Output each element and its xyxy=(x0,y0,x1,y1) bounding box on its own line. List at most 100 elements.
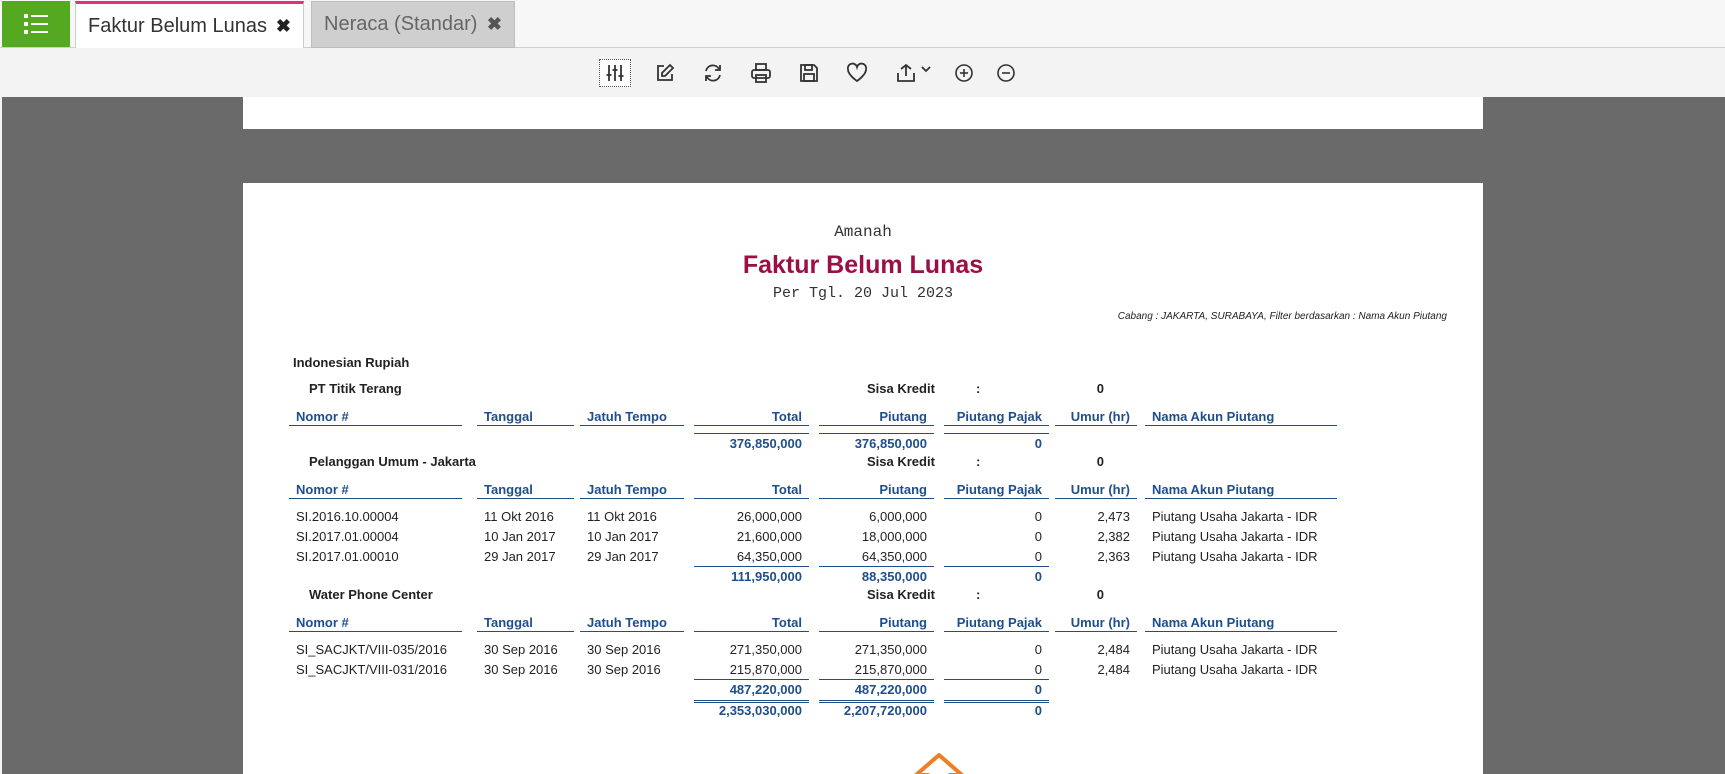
separator: : xyxy=(976,587,981,602)
tab-faktur-belum-lunas[interactable]: Faktur Belum Lunas ✖ xyxy=(75,1,304,48)
cell-umur: 2,473 xyxy=(1097,509,1130,524)
customer-name: PT Titik Terang xyxy=(309,381,402,396)
column-header-tanggal: Tanggal xyxy=(484,482,533,497)
list-menu-icon xyxy=(24,14,48,34)
subtotal-line xyxy=(819,433,934,434)
header-underline xyxy=(944,425,1049,426)
header-underline xyxy=(1055,498,1137,499)
header-underline xyxy=(477,425,574,426)
cell-umur: 2,382 xyxy=(1097,529,1130,544)
header-underline xyxy=(289,425,462,426)
header-underline xyxy=(819,498,934,499)
cell-pajak: 0 xyxy=(1034,642,1042,657)
grand-total-line xyxy=(819,700,934,701)
column-header-piutang: Piutang xyxy=(879,482,927,497)
cell-jatuh: 30 Sep 2016 xyxy=(587,642,661,657)
cell-piutang: 18,000,000 xyxy=(861,529,927,544)
sisa-kredit-label: Sisa Kredit xyxy=(867,381,935,396)
previous-page xyxy=(243,97,1483,129)
favorite-button[interactable] xyxy=(841,59,873,87)
sliders-icon xyxy=(606,65,624,81)
header-underline xyxy=(944,631,1049,632)
grand-total-pajak: 0 xyxy=(1034,703,1042,718)
report-viewer[interactable]: Amanah Faktur Belum Lunas Per Tgl. 20 Ju… xyxy=(2,97,1725,774)
sisa-kredit-label: Sisa Kredit xyxy=(867,454,935,469)
cell-pajak: 0 xyxy=(1034,662,1042,677)
subtotal-total: 487,220,000 xyxy=(729,682,802,697)
column-header-pajak: Piutang Pajak xyxy=(956,409,1042,424)
cell-total: 215,870,000 xyxy=(729,662,802,677)
menu-button[interactable] xyxy=(2,1,70,47)
column-header-umur: Umur (hr) xyxy=(1070,482,1130,497)
save-button[interactable] xyxy=(793,59,825,87)
zoom-in-button[interactable] xyxy=(948,59,980,87)
header-underline xyxy=(694,498,809,499)
header-underline xyxy=(694,631,809,632)
cell-pajak: 0 xyxy=(1034,509,1042,524)
edit-icon xyxy=(657,63,675,81)
subtotal-piutang: 487,220,000 xyxy=(854,682,927,697)
close-icon[interactable]: ✖ xyxy=(276,16,291,37)
customer-name: Pelanggan Umum - Jakarta xyxy=(309,454,476,469)
tab-neraca-standar[interactable]: Neraca (Standar) ✖ xyxy=(311,1,515,48)
cell-tanggal: 11 Okt 2016 xyxy=(484,509,554,524)
cell-jatuh: 30 Sep 2016 xyxy=(587,662,661,677)
separator: : xyxy=(976,381,981,396)
report-toolbar xyxy=(0,49,1725,97)
zoom-out-button[interactable] xyxy=(990,59,1022,87)
subtotal-line xyxy=(944,566,1049,567)
subtotal-line xyxy=(694,433,809,434)
subtotal-pajak: 0 xyxy=(1034,682,1042,697)
column-header-akun: Nama Akun Piutang xyxy=(1152,409,1275,424)
header-underline xyxy=(289,631,462,632)
export-button[interactable] xyxy=(889,59,937,87)
print-button[interactable] xyxy=(745,59,777,87)
cell-jatuh: 11 Okt 2016 xyxy=(587,509,657,524)
refresh-button[interactable] xyxy=(697,59,729,87)
subtotal-total: 376,850,000 xyxy=(729,436,802,451)
cell-umur: 2,484 xyxy=(1097,642,1130,657)
cell-total: 26,000,000 xyxy=(736,509,802,524)
column-header-total: Total xyxy=(771,409,802,424)
column-header-pajak: Piutang Pajak xyxy=(956,482,1042,497)
arrow-up-icon xyxy=(914,753,964,774)
cell-nomor: SI_SACJKT/VIII-031/2016 xyxy=(296,662,448,677)
cell-total: 271,350,000 xyxy=(729,642,802,657)
cell-tanggal: 10 Jan 2017 xyxy=(484,529,556,544)
cell-jatuh: 10 Jan 2017 xyxy=(587,529,659,544)
report-page: Amanah Faktur Belum Lunas Per Tgl. 20 Ju… xyxy=(243,183,1483,774)
column-header-piutang: Piutang xyxy=(879,615,927,630)
cell-akun: Piutang Usaha Jakarta - IDR xyxy=(1152,549,1318,564)
zoom-in-icon xyxy=(955,64,973,82)
column-header-tanggal: Tanggal xyxy=(484,409,533,424)
column-header-total: Total xyxy=(771,615,802,630)
company-name: Amanah xyxy=(834,223,892,241)
header-underline xyxy=(819,631,934,632)
heart-icon xyxy=(846,62,868,83)
subtotal-pajak: 0 xyxy=(1034,569,1042,584)
filter-settings-button[interactable] xyxy=(599,59,631,87)
edit-button[interactable] xyxy=(649,59,681,87)
cell-total: 64,350,000 xyxy=(736,549,802,564)
column-header-jatuh: Jatuh Tempo xyxy=(587,482,667,497)
cell-akun: Piutang Usaha Jakarta - IDR xyxy=(1152,662,1318,677)
column-header-akun: Nama Akun Piutang xyxy=(1152,482,1275,497)
report-title: Faktur Belum Lunas xyxy=(742,251,984,279)
cell-piutang: 215,870,000 xyxy=(854,662,927,677)
sisa-kredit-label: Sisa Kredit xyxy=(867,587,935,602)
header-underline xyxy=(289,498,462,499)
header-underline xyxy=(694,425,809,426)
separator: : xyxy=(976,454,981,469)
close-icon[interactable]: ✖ xyxy=(487,14,502,35)
header-underline xyxy=(1055,631,1137,632)
cell-pajak: 0 xyxy=(1034,529,1042,544)
column-header-umur: Umur (hr) xyxy=(1070,615,1130,630)
header-underline xyxy=(1145,631,1337,632)
cell-jatuh: 29 Jan 2017 xyxy=(587,549,659,564)
zoom-out-icon xyxy=(997,64,1015,82)
column-header-nomor: Nomor # xyxy=(296,615,349,630)
sisa-kredit-value: 0 xyxy=(1096,381,1104,396)
cell-pajak: 0 xyxy=(1034,549,1042,564)
report-date: Per Tgl. 20 Jul 2023 xyxy=(772,285,954,302)
cell-tanggal: 29 Jan 2017 xyxy=(484,549,556,564)
